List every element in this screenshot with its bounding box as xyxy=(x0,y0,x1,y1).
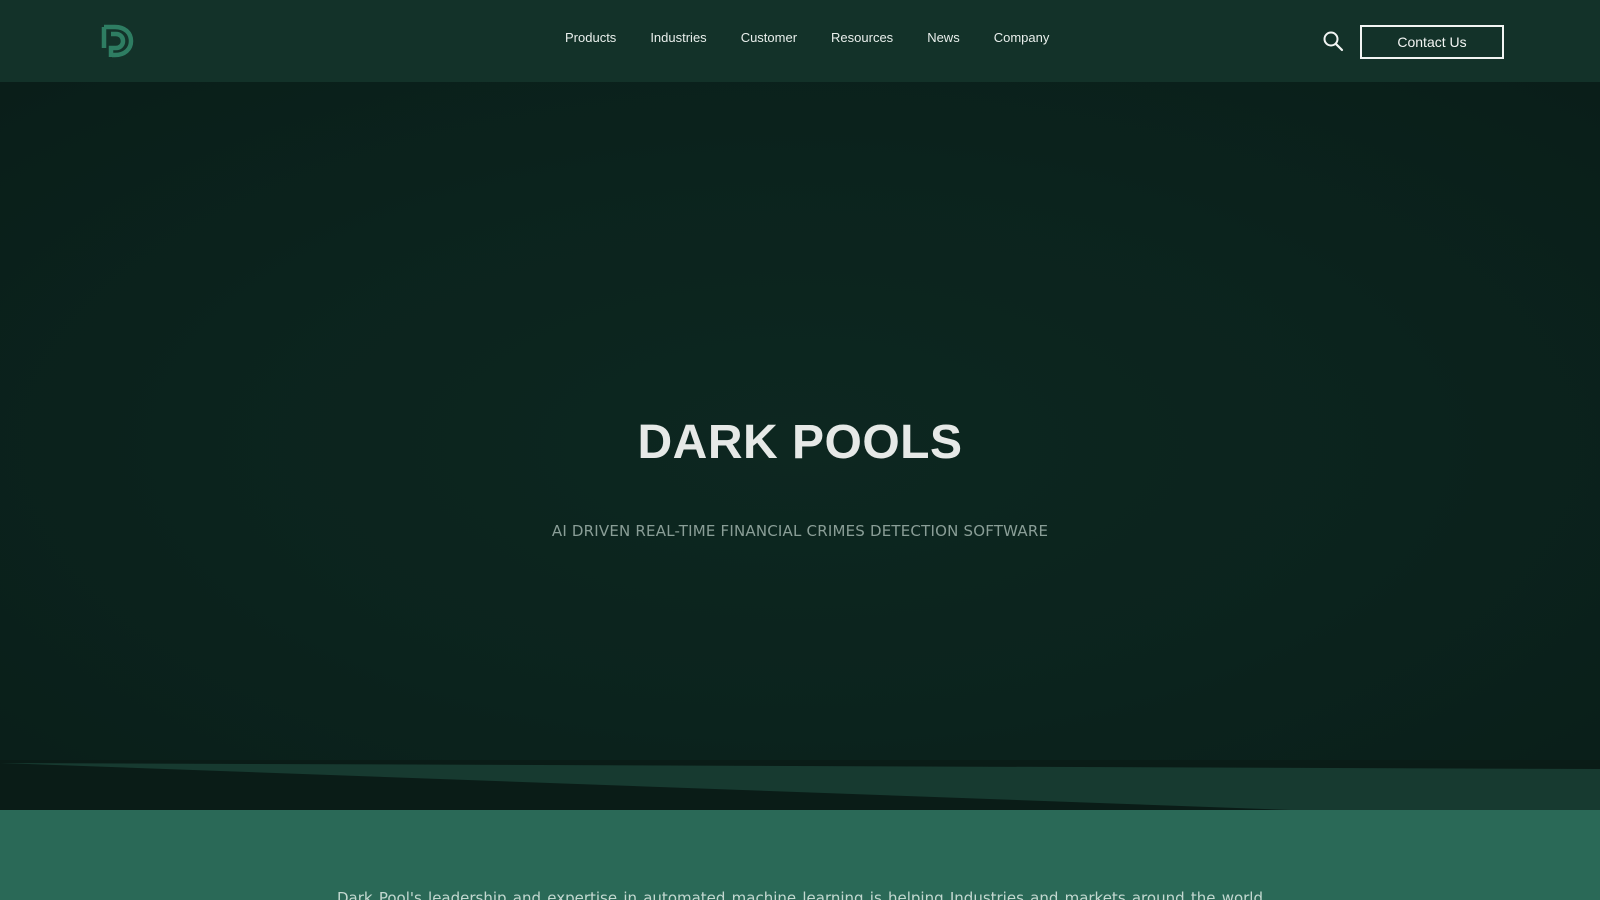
site-header: Products Industries Customer Resources N… xyxy=(0,0,1600,82)
nav-company[interactable]: Company xyxy=(994,31,1050,45)
main-nav: Products Industries Customer Resources N… xyxy=(548,0,1066,82)
hero-title: DARK POOLS xyxy=(637,416,963,469)
page: Products Industries Customer Resources N… xyxy=(0,0,1600,900)
hero-section: DARK POOLS AI DRIVEN REAL-TIME FINANCIAL… xyxy=(0,82,1600,810)
intro-text: Dark Pool's leadership and expertise in … xyxy=(337,889,1263,900)
dp-logo-icon[interactable] xyxy=(101,24,137,58)
section-divider xyxy=(0,760,1600,810)
contact-us-button[interactable]: Contact Us xyxy=(1360,25,1504,59)
nav-customer[interactable]: Customer xyxy=(741,31,797,45)
nav-news[interactable]: News xyxy=(927,31,960,45)
search-icon[interactable] xyxy=(1322,30,1344,52)
hero-subtitle: AI DRIVEN REAL-TIME FINANCIAL CRIMES DET… xyxy=(551,522,1049,540)
intro-section: Dark Pool's leadership and expertise in … xyxy=(0,810,1600,900)
nav-industries[interactable]: Industries xyxy=(650,31,706,45)
nav-resources[interactable]: Resources xyxy=(831,31,893,45)
nav-products[interactable]: Products xyxy=(565,31,616,45)
